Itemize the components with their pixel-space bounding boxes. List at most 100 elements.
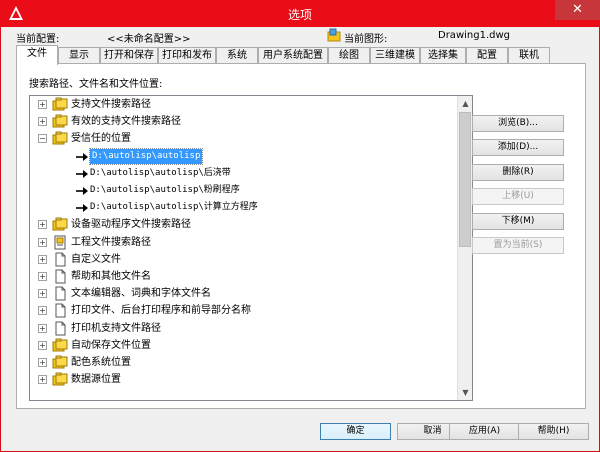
tree-item[interactable]: + 配色系统位置 [30, 354, 457, 371]
expand-icon[interactable]: + [38, 306, 47, 316]
expand-icon[interactable]: + [38, 237, 47, 247]
tree-item-label: D:\autolisp\autolisp\计算立方程序 [90, 202, 258, 213]
tree-child-item[interactable]: D:\autolisp\autolisp\粉刷程序 [30, 182, 457, 199]
tree-item-label: 打印文件、后台打印程序和前导部分名称 [71, 305, 251, 317]
folder-group-icon [52, 114, 68, 129]
tree-child-item[interactable]: D:\autolisp\autolisp\后浇带 [30, 165, 457, 182]
tree-item[interactable]: + 设备驱动程序文件搜索路径 [30, 216, 457, 233]
tree-item[interactable]: + 自定义文件 [30, 251, 457, 268]
tree-item-label: 受信任的位置 [71, 133, 131, 145]
folder-group-icon [52, 372, 68, 387]
help-button[interactable]: 帮助(H) [518, 423, 589, 440]
expand-icon[interactable]: + [38, 323, 47, 333]
expand-icon[interactable]: + [38, 358, 47, 367]
tree-item-label: 设备驱动程序文件搜索路径 [71, 219, 191, 231]
scrollbar-thumb[interactable] [459, 112, 471, 247]
tree-item[interactable]: + 自动保存文件位置 [30, 337, 457, 354]
tab-selection[interactable]: 选择集 [420, 47, 466, 64]
expand-icon[interactable]: + [38, 340, 47, 350]
tab-open-save[interactable]: 打开和保存 [100, 47, 158, 64]
document-icon [52, 303, 68, 318]
tree-item-label: 自定义文件 [71, 253, 121, 265]
files-tab-panel: 搜索路径、文件名和文件位置: + 支持文件搜索路径 + 有效的支持文件搜索路径 − 受信任… [16, 63, 586, 409]
tree-content: + 支持文件搜索路径 + 有效的支持文件搜索路径 − 受信任的位置 D:\autolisp\… [30, 96, 457, 400]
section-label: 搜索路径、文件名和文件位置: [29, 79, 163, 90]
drawing-file-icon [327, 28, 341, 42]
close-button[interactable]: ✕ [555, 0, 600, 20]
document-icon [52, 252, 68, 267]
tree-item[interactable]: + 支持文件搜索路径 [30, 96, 457, 113]
scroll-down-arrow-icon[interactable]: ▼ [458, 385, 472, 400]
set-current-button[interactable]: 置为当前(S) [472, 237, 564, 254]
tab-display[interactable]: 显示 [58, 47, 100, 64]
expand-icon[interactable]: + [38, 375, 47, 385]
window-title: 选项 [287, 8, 312, 22]
apply-button[interactable]: 应用(A) [449, 423, 520, 440]
current-profile-label: 当前配置: [16, 34, 60, 45]
expand-icon[interactable]: + [38, 220, 47, 230]
tree-item[interactable]: + 帮助和其他文件名 [30, 268, 457, 285]
document-icon [52, 286, 68, 301]
expand-icon[interactable]: + [38, 272, 47, 281]
tree-item-label: 支持文件搜索路径 [71, 99, 151, 110]
tree-item-label: 工程文件搜索路径 [71, 236, 151, 248]
folder-group-icon [52, 355, 68, 370]
folder-group-icon [52, 131, 68, 146]
folder-group-icon [52, 97, 68, 112]
search-path-tree: + 支持文件搜索路径 + 有效的支持文件搜索路径 − 受信任的位置 D:\autolisp\… [29, 95, 473, 401]
tree-child-item[interactable]: D:\autolisp\autolisp\计算立方程序 [30, 199, 457, 216]
tree-item-label: D:\autolisp\autolisp [88, 147, 204, 165]
ok-button[interactable]: 确定 [320, 423, 391, 440]
project-file-icon [52, 235, 68, 250]
expand-icon[interactable]: + [38, 100, 47, 109]
arrow-right-icon [74, 183, 90, 198]
arrow-right-icon [74, 166, 90, 181]
document-icon [52, 269, 68, 284]
tree-item-label: D:\autolisp\autolisp\粉刷程序 [90, 185, 240, 195]
add-button[interactable]: 添加(D)... [472, 139, 564, 156]
tree-item-label: 文本编辑器、词典和字体文件名 [71, 288, 211, 300]
current-drawing-value: Drawing1.dwg [438, 30, 510, 41]
tree-item[interactable]: + 有效的支持文件搜索路径 [30, 113, 457, 130]
tree-item-label: 自动保存文件位置 [71, 339, 151, 351]
tree-item-label: 打印机支持文件路径 [71, 322, 161, 334]
expand-icon[interactable]: + [38, 254, 47, 264]
tree-item[interactable]: + 打印机支持文件路径 [30, 320, 457, 337]
tab-system[interactable]: 系统 [216, 47, 258, 64]
delete-button[interactable]: 删除(R) [472, 164, 564, 181]
tab-online[interactable]: 联机 [508, 47, 550, 64]
tree-item[interactable]: + 打印文件、后台打印程序和前导部分名称 [30, 302, 457, 319]
tab-3d-modeling[interactable]: 三维建模 [370, 47, 420, 64]
tree-item-label: 帮助和其他文件名 [71, 271, 151, 282]
arrow-right-icon [74, 200, 90, 215]
expand-icon[interactable]: + [38, 289, 47, 299]
browse-button[interactable]: 浏览(B)... [472, 115, 564, 132]
tab-drafting[interactable]: 绘图 [328, 47, 370, 64]
scroll-up-arrow-icon[interactable]: ▲ [458, 96, 472, 111]
move-down-button[interactable]: 下移(M) [472, 213, 564, 230]
tree-item-label: 有效的支持文件搜索路径 [71, 116, 181, 128]
folder-group-icon [52, 217, 68, 232]
expand-icon[interactable]: + [38, 117, 47, 127]
tab-files[interactable]: 文件 [16, 45, 58, 65]
tree-child-item[interactable]: D:\autolisp\autolisp [30, 147, 457, 165]
tree-item-label: D:\autolisp\autolisp\后浇带 [90, 167, 231, 178]
current-profile-value: <<未命名配置>> [107, 34, 191, 45]
current-drawing-label: 当前图形: [344, 34, 388, 45]
vertical-scrollbar[interactable]: ▲ ▼ [457, 96, 472, 400]
tab-user-preferences[interactable]: 用户系统配置 [258, 47, 328, 64]
tree-item[interactable]: + 文本编辑器、词典和字体文件名 [30, 285, 457, 302]
tab-profiles[interactable]: 配置 [466, 47, 508, 64]
options-dialog: 当前配置: <<未命名配置>> 当前图形: Drawing1.dwg 文件 显示… [0, 27, 600, 452]
tab-plot-publish[interactable]: 打印和发布 [158, 47, 216, 64]
tree-item-label: 配色系统位置 [71, 357, 131, 368]
document-icon [52, 321, 68, 336]
tree-item[interactable]: − 受信任的位置 [30, 130, 457, 147]
arrow-right-icon [74, 149, 90, 164]
title-bar: 选项 ✕ [0, 0, 600, 27]
tree-item[interactable]: + 工程文件搜索路径 [30, 234, 457, 251]
folder-group-icon [52, 338, 68, 353]
tree-item[interactable]: + 数据源位置 [30, 371, 457, 388]
move-up-button[interactable]: 上移(U) [472, 188, 564, 205]
collapse-icon[interactable]: − [38, 134, 47, 144]
